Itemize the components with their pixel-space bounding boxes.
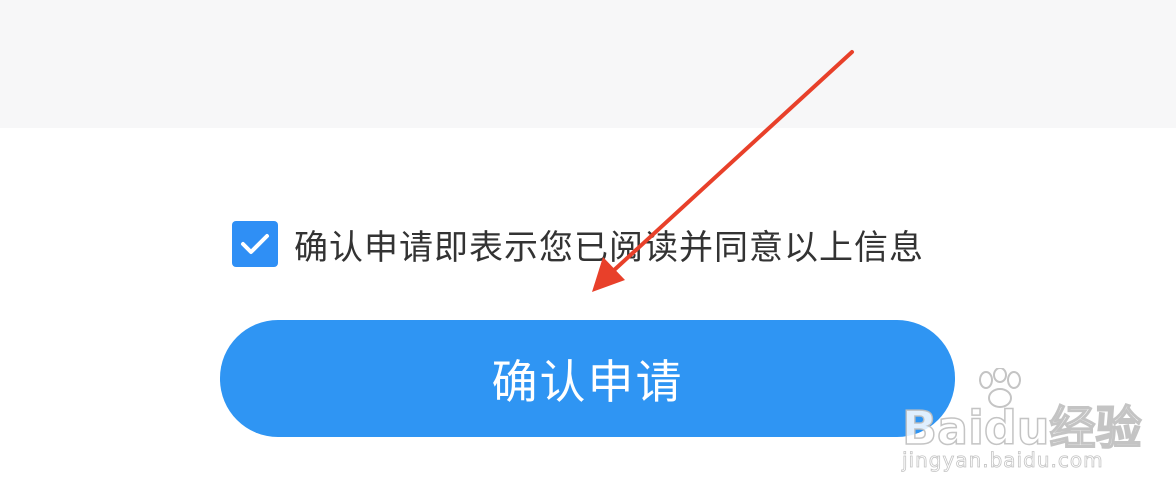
agreement-text: 确认申请即表示您已阅读并同意以上信息: [294, 227, 924, 268]
confirm-apply-button[interactable]: 确认申请: [220, 320, 955, 437]
agreement-checkbox[interactable]: [232, 221, 278, 267]
page: 确认申请即表示您已阅读并同意以上信息 确认申请 Baidu经验 jingyan.…: [0, 0, 1176, 497]
watermark-url: jingyan.baidu.com: [902, 448, 1104, 473]
top-section: [0, 0, 1176, 128]
watermark: Baidu经验 jingyan.baidu.com: [901, 366, 1142, 476]
agreement-row: 确认申请即表示您已阅读并同意以上信息: [232, 220, 924, 268]
check-icon: [241, 234, 269, 254]
